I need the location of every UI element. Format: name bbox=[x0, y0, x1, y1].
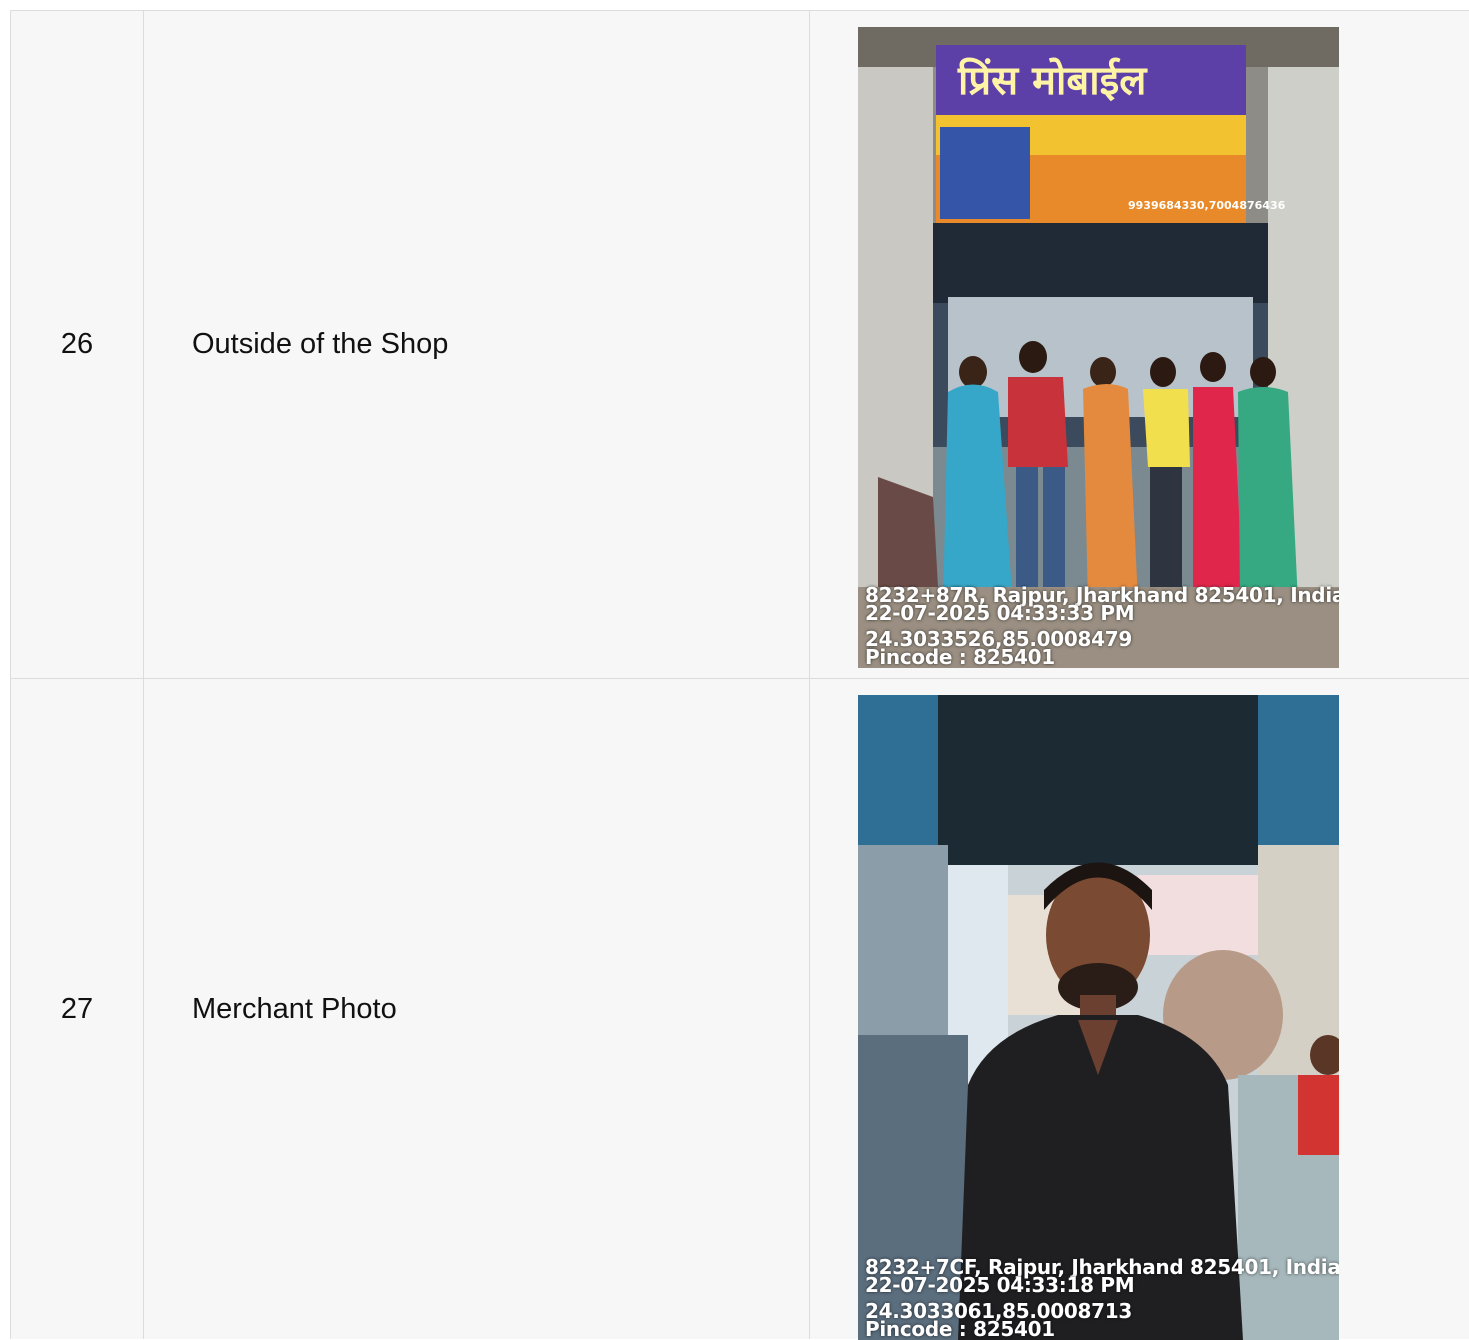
merchant-photo[interactable]: 8232+7CF, Rajpur, Jharkhand 825401, Indi… bbox=[858, 695, 1339, 1340]
row-photo-cell: प्रिंस मोबाईल 9939684330,7004876436 8232… bbox=[810, 11, 1469, 678]
row-number-cell: 26 bbox=[10, 11, 144, 678]
table-row: 26 Outside of the Shop प्रिंस मोबाईल 993… bbox=[10, 10, 1469, 678]
row-label-cell: Outside of the Shop bbox=[144, 11, 810, 678]
shop-front-photo[interactable]: प्रिंस मोबाईल 9939684330,7004876436 8232… bbox=[858, 27, 1339, 668]
signboard-phone: 9939684330,7004876436 bbox=[1128, 199, 1286, 212]
signboard-title: प्रिंस मोबाईल bbox=[958, 57, 1147, 104]
geo-stamp: 8232+87R, Rajpur, Jharkhand 825401, Indi… bbox=[865, 585, 1339, 667]
shop-front-image bbox=[858, 27, 1339, 668]
row-label: Outside of the Shop bbox=[192, 328, 449, 360]
geo-stamp: 8232+7CF, Rajpur, Jharkhand 825401, Indi… bbox=[865, 1257, 1339, 1339]
photo-table: 26 Outside of the Shop प्रिंस मोबाईल 993… bbox=[0, 0, 1469, 1340]
row-number: 26 bbox=[60, 328, 94, 360]
row-number-cell: 27 bbox=[10, 679, 144, 1339]
row-label: Merchant Photo bbox=[192, 992, 397, 1025]
merchant-image bbox=[858, 695, 1339, 1340]
table-row: 27 Merchant Photo 8232+7CF, Rajpur, Jhar… bbox=[10, 678, 1469, 1340]
row-label-cell: Merchant Photo bbox=[144, 679, 810, 1339]
row-number: 27 bbox=[60, 992, 94, 1025]
row-photo-cell: 8232+7CF, Rajpur, Jharkhand 825401, Indi… bbox=[810, 679, 1469, 1340]
